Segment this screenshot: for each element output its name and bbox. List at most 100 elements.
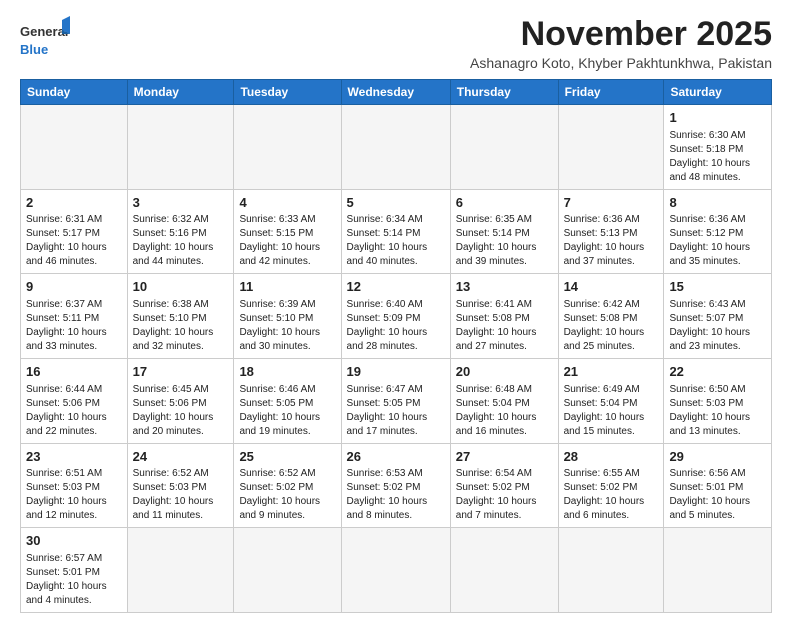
day-info: Sunrise: 6:30 AM Sunset: 5:18 PM Dayligh… bbox=[669, 129, 766, 185]
weekday-header-monday: Monday bbox=[127, 80, 234, 105]
day-number: 11 bbox=[239, 278, 335, 296]
calendar-cell: 27Sunrise: 6:54 AM Sunset: 5:02 PM Dayli… bbox=[450, 443, 558, 528]
calendar-cell bbox=[127, 528, 234, 613]
calendar-cell bbox=[21, 105, 128, 190]
day-number: 3 bbox=[133, 194, 229, 212]
svg-text:Blue: Blue bbox=[20, 42, 48, 57]
calendar-cell: 17Sunrise: 6:45 AM Sunset: 5:06 PM Dayli… bbox=[127, 359, 234, 444]
day-info: Sunrise: 6:47 AM Sunset: 5:05 PM Dayligh… bbox=[347, 383, 445, 439]
day-number: 2 bbox=[26, 194, 122, 212]
day-info: Sunrise: 6:54 AM Sunset: 5:02 PM Dayligh… bbox=[456, 467, 553, 523]
day-info: Sunrise: 6:55 AM Sunset: 5:02 PM Dayligh… bbox=[564, 467, 659, 523]
day-info: Sunrise: 6:34 AM Sunset: 5:14 PM Dayligh… bbox=[347, 213, 445, 269]
calendar-week-3: 9 Sunrise: 6:37 AM Sunset: 5:11 PM Daylig… bbox=[21, 274, 772, 359]
header: General Blue November 2025 Ashanagro Kot… bbox=[20, 16, 772, 71]
day-number: 24 bbox=[133, 448, 229, 466]
weekday-header-tuesday: Tuesday bbox=[234, 80, 341, 105]
calendar-cell: 19 Sunrise: 6:47 AM Sunset: 5:05 PM Dayli… bbox=[341, 359, 450, 444]
day-info: Sunrise: 6:39 AM Sunset: 5:10 PM Dayligh… bbox=[239, 298, 335, 354]
day-info: Sunrise: 6:32 AM Sunset: 5:16 PM Dayligh… bbox=[133, 213, 229, 269]
day-number: 14 bbox=[564, 278, 659, 296]
generalblue-logo-icon: General Blue bbox=[20, 16, 72, 60]
day-number: 9 bbox=[26, 278, 122, 296]
calendar-week-2: 2Sunrise: 6:31 AM Sunset: 5:17 PM Daylig… bbox=[21, 189, 772, 274]
calendar-cell: 25Sunrise: 6:52 AM Sunset: 5:02 PM Dayli… bbox=[234, 443, 341, 528]
day-info: Sunrise: 6:50 AM Sunset: 5:03 PM Dayligh… bbox=[669, 383, 766, 439]
day-info: Sunrise: 6:44 AM Sunset: 5:06 PM Dayligh… bbox=[26, 383, 122, 439]
calendar-table: SundayMondayTuesdayWednesdayThursdayFrid… bbox=[20, 79, 772, 612]
calendar-cell bbox=[558, 105, 664, 190]
day-info: Sunrise: 6:33 AM Sunset: 5:15 PM Dayligh… bbox=[239, 213, 335, 269]
calendar-cell: 5Sunrise: 6:34 AM Sunset: 5:14 PM Daylig… bbox=[341, 189, 450, 274]
day-number: 20 bbox=[456, 363, 553, 381]
calendar-cell: 28Sunrise: 6:55 AM Sunset: 5:02 PM Dayli… bbox=[558, 443, 664, 528]
day-number: 26 bbox=[347, 448, 445, 466]
calendar-cell: 16 Sunrise: 6:44 AM Sunset: 5:06 PM Dayli… bbox=[21, 359, 128, 444]
day-number: 15 bbox=[669, 278, 766, 296]
day-number: 21 bbox=[564, 363, 659, 381]
day-number: 30 bbox=[26, 532, 122, 550]
day-info: Sunrise: 6:37 AM Sunset: 5:11 PM Dayligh… bbox=[26, 298, 122, 354]
day-info: Sunrise: 6:45 AM Sunset: 5:06 PM Dayligh… bbox=[133, 383, 229, 439]
calendar-cell bbox=[341, 105, 450, 190]
day-number: 19 bbox=[347, 363, 445, 381]
calendar-cell bbox=[127, 105, 234, 190]
day-number: 27 bbox=[456, 448, 553, 466]
calendar-cell: 1Sunrise: 6:30 AM Sunset: 5:18 PM Daylig… bbox=[664, 105, 772, 190]
calendar-cell bbox=[664, 528, 772, 613]
calendar-cell: 20Sunrise: 6:48 AM Sunset: 5:04 PM Dayli… bbox=[450, 359, 558, 444]
calendar-cell: 30Sunrise: 6:57 AM Sunset: 5:01 PM Dayli… bbox=[21, 528, 128, 613]
day-info: Sunrise: 6:42 AM Sunset: 5:08 PM Dayligh… bbox=[564, 298, 659, 354]
day-number: 16 bbox=[26, 363, 122, 381]
day-info: Sunrise: 6:31 AM Sunset: 5:17 PM Dayligh… bbox=[26, 213, 122, 269]
day-info: Sunrise: 6:46 AM Sunset: 5:05 PM Dayligh… bbox=[239, 383, 335, 439]
calendar-cell: 12 Sunrise: 6:40 AM Sunset: 5:09 PM Dayli… bbox=[341, 274, 450, 359]
day-number: 25 bbox=[239, 448, 335, 466]
calendar-week-4: 16 Sunrise: 6:44 AM Sunset: 5:06 PM Dayli… bbox=[21, 359, 772, 444]
calendar-cell: 21 Sunrise: 6:49 AM Sunset: 5:04 PM Dayli… bbox=[558, 359, 664, 444]
calendar-cell bbox=[234, 105, 341, 190]
day-info: Sunrise: 6:56 AM Sunset: 5:01 PM Dayligh… bbox=[669, 467, 766, 523]
calendar-cell: 3Sunrise: 6:32 AM Sunset: 5:16 PM Daylig… bbox=[127, 189, 234, 274]
location-subtitle: Ashanagro Koto, Khyber Pakhtunkhwa, Paki… bbox=[470, 55, 772, 71]
month-title: November 2025 bbox=[470, 16, 772, 53]
day-info: Sunrise: 6:53 AM Sunset: 5:02 PM Dayligh… bbox=[347, 467, 445, 523]
day-info: Sunrise: 6:49 AM Sunset: 5:04 PM Dayligh… bbox=[564, 383, 659, 439]
calendar-cell bbox=[234, 528, 341, 613]
calendar-cell: 8Sunrise: 6:36 AM Sunset: 5:12 PM Daylig… bbox=[664, 189, 772, 274]
calendar-cell bbox=[450, 528, 558, 613]
calendar-cell: 18 Sunrise: 6:46 AM Sunset: 5:05 PM Dayli… bbox=[234, 359, 341, 444]
day-info: Sunrise: 6:40 AM Sunset: 5:09 PM Dayligh… bbox=[347, 298, 445, 354]
day-info: Sunrise: 6:43 AM Sunset: 5:07 PM Dayligh… bbox=[669, 298, 766, 354]
day-number: 6 bbox=[456, 194, 553, 212]
day-number: 23 bbox=[26, 448, 122, 466]
calendar-cell: 7Sunrise: 6:36 AM Sunset: 5:13 PM Daylig… bbox=[558, 189, 664, 274]
day-number: 7 bbox=[564, 194, 659, 212]
day-number: 28 bbox=[564, 448, 659, 466]
day-info: Sunrise: 6:52 AM Sunset: 5:02 PM Dayligh… bbox=[239, 467, 335, 523]
day-info: Sunrise: 6:38 AM Sunset: 5:10 PM Dayligh… bbox=[133, 298, 229, 354]
day-info: Sunrise: 6:36 AM Sunset: 5:12 PM Dayligh… bbox=[669, 213, 766, 269]
weekday-header-row: SundayMondayTuesdayWednesdayThursdayFrid… bbox=[21, 80, 772, 105]
weekday-header-thursday: Thursday bbox=[450, 80, 558, 105]
day-number: 13 bbox=[456, 278, 553, 296]
day-info: Sunrise: 6:51 AM Sunset: 5:03 PM Dayligh… bbox=[26, 467, 122, 523]
day-number: 22 bbox=[669, 363, 766, 381]
calendar-cell: 9 Sunrise: 6:37 AM Sunset: 5:11 PM Daylig… bbox=[21, 274, 128, 359]
day-number: 5 bbox=[347, 194, 445, 212]
calendar-cell: 14 Sunrise: 6:42 AM Sunset: 5:08 PM Dayli… bbox=[558, 274, 664, 359]
calendar-cell: 10Sunrise: 6:38 AM Sunset: 5:10 PM Dayli… bbox=[127, 274, 234, 359]
calendar-cell: 4Sunrise: 6:33 AM Sunset: 5:15 PM Daylig… bbox=[234, 189, 341, 274]
calendar-cell: 6Sunrise: 6:35 AM Sunset: 5:14 PM Daylig… bbox=[450, 189, 558, 274]
calendar-cell: 26Sunrise: 6:53 AM Sunset: 5:02 PM Dayli… bbox=[341, 443, 450, 528]
day-info: Sunrise: 6:35 AM Sunset: 5:14 PM Dayligh… bbox=[456, 213, 553, 269]
calendar-header: SundayMondayTuesdayWednesdayThursdayFrid… bbox=[21, 80, 772, 105]
calendar-cell bbox=[450, 105, 558, 190]
calendar-cell bbox=[341, 528, 450, 613]
calendar-cell: 24Sunrise: 6:52 AM Sunset: 5:03 PM Dayli… bbox=[127, 443, 234, 528]
calendar-cell bbox=[558, 528, 664, 613]
calendar-cell: 29Sunrise: 6:56 AM Sunset: 5:01 PM Dayli… bbox=[664, 443, 772, 528]
day-number: 12 bbox=[347, 278, 445, 296]
day-number: 8 bbox=[669, 194, 766, 212]
day-number: 18 bbox=[239, 363, 335, 381]
